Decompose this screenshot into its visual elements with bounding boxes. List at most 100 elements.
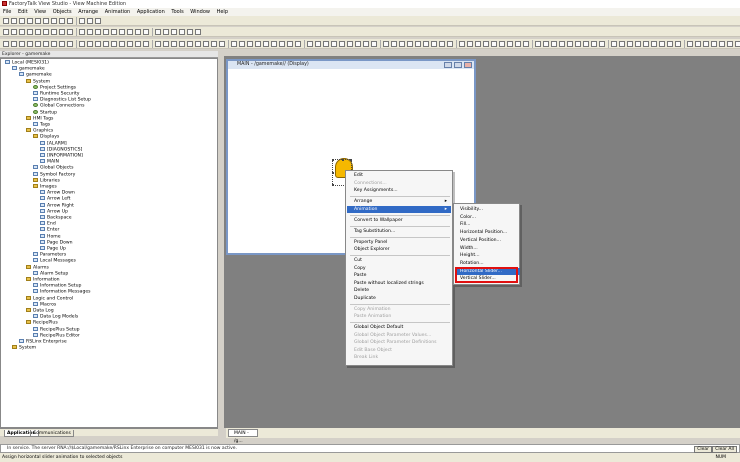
minimize-button[interactable] [444, 62, 452, 68]
toolbar-button-icon[interactable] [371, 41, 377, 47]
toolbar-button-icon[interactable] [559, 41, 565, 47]
tree-item[interactable]: Enter [40, 227, 59, 233]
menu-item-object-explorer[interactable]: Object Explorer [347, 246, 451, 254]
toolbar-button-icon[interactable] [111, 29, 117, 35]
tree-item[interactable]: HMI Tags [26, 115, 53, 122]
tree-item[interactable]: Parameters [33, 252, 66, 258]
toolbar-button-icon[interactable] [619, 41, 625, 47]
toolbar-button-icon[interactable] [163, 29, 169, 35]
toolbar-button-icon[interactable] [383, 41, 389, 47]
toolbar-button-icon[interactable] [59, 41, 65, 47]
toolbar-button-icon[interactable] [35, 41, 41, 47]
tree-item[interactable]: Page Up [40, 246, 66, 252]
toolbar-button-icon[interactable] [103, 41, 109, 47]
toolbar-button-icon[interactable] [119, 29, 125, 35]
toolbar-button-icon[interactable] [399, 41, 405, 47]
toolbar-button-icon[interactable] [575, 41, 581, 47]
toolbar-button-icon[interactable] [43, 18, 49, 24]
menu-animation[interactable]: Animation [105, 9, 131, 15]
toolbar-button-icon[interactable] [567, 41, 573, 47]
menu-file[interactable]: File [3, 9, 11, 15]
toolbar-button-icon[interactable] [727, 41, 733, 47]
toolbar-button-icon[interactable] [79, 29, 85, 35]
toolbar-button-icon[interactable] [331, 41, 337, 47]
tree-item[interactable]: Alarms [26, 264, 49, 271]
toolbar-button-icon[interactable] [279, 41, 285, 47]
tab-communications[interactable]: Communications [30, 430, 74, 437]
tree-item[interactable]: Global Connections [33, 103, 85, 109]
tree-item[interactable]: Alarm Setup [33, 270, 68, 277]
toolbar-button-icon[interactable] [323, 41, 329, 47]
menu-item-arrange[interactable]: Arrange ▸ [347, 198, 451, 206]
toolbar-button-icon[interactable] [599, 41, 605, 47]
menu-view[interactable]: View [34, 9, 46, 15]
toolbar-button-icon[interactable] [363, 41, 369, 47]
tree-item[interactable]: Logic and Control [26, 295, 73, 302]
toolbar-button-icon[interactable] [27, 41, 33, 47]
toolbar-button-icon[interactable] [67, 29, 73, 35]
toolbar-button-icon[interactable] [127, 41, 133, 47]
selection-handle[interactable] [332, 184, 334, 186]
tree-item[interactable]: System [26, 78, 50, 85]
tree-item[interactable]: Libraries [33, 177, 60, 184]
toolbar-button-icon[interactable] [439, 41, 445, 47]
toolbar-button-icon[interactable] [491, 41, 497, 47]
menu-item-fill[interactable]: Fill... [455, 221, 520, 229]
toolbar-button-icon[interactable] [255, 41, 261, 47]
tree-item[interactable]: Startup [33, 109, 57, 116]
tree-item[interactable]: gamemake [19, 72, 52, 78]
menu-tools[interactable]: Tools [171, 9, 183, 15]
toolbar-button-icon[interactable] [415, 41, 421, 47]
toolbar-button-icon[interactable] [219, 41, 225, 47]
toolbar-button-icon[interactable] [407, 41, 413, 47]
tree-item[interactable]: Data Log [26, 308, 54, 314]
display-window-title-bar[interactable]: MAIN - /gamemake// (Display) [228, 61, 474, 69]
tree-item[interactable]: Images [33, 184, 57, 190]
maximize-button[interactable] [454, 62, 462, 68]
menu-item-height[interactable]: Height... [455, 252, 520, 260]
menu-item-visibility[interactable]: Visibility... [455, 206, 520, 214]
toolbar-button-icon[interactable] [3, 29, 9, 35]
toolbar-button-icon[interactable] [507, 41, 513, 47]
toolbar-button-icon[interactable] [263, 41, 269, 47]
toolbar-button-icon[interactable] [583, 41, 589, 47]
tree-item[interactable]: MAIN [40, 159, 59, 165]
toolbar-button-icon[interactable] [67, 41, 73, 47]
toolbar-button-icon[interactable] [3, 18, 9, 24]
toolbar-button-icon[interactable] [155, 29, 161, 35]
selection-handle[interactable] [342, 159, 344, 161]
menu-item-vertical-position[interactable]: Vertical Position... [455, 237, 520, 245]
toolbar-button-icon[interactable] [11, 29, 17, 35]
menu-application[interactable]: Application [137, 9, 165, 15]
menu-item-width[interactable]: Width... [455, 245, 520, 253]
menu-item-key-assignments[interactable]: Key Assignments... [347, 187, 451, 195]
menu-window[interactable]: Window [190, 9, 210, 15]
toolbar-button-icon[interactable] [643, 41, 649, 47]
tree-item[interactable]: RSLinx Enterprise [19, 339, 67, 345]
toolbar-button-icon[interactable] [35, 18, 41, 24]
toolbar-button-icon[interactable] [179, 41, 185, 47]
toolbar-button-icon[interactable] [11, 18, 17, 24]
toolbar-button-icon[interactable] [87, 18, 93, 24]
toolbar-button-icon[interactable] [687, 41, 693, 47]
tree-item[interactable]: Backspace [40, 215, 72, 221]
toolbar-button-icon[interactable] [195, 41, 201, 47]
toolbar-button-icon[interactable] [79, 41, 85, 47]
tree-item[interactable]: Local Messages [33, 258, 76, 264]
toolbar-button-icon[interactable] [735, 41, 740, 47]
toolbar-button-icon[interactable] [143, 41, 149, 47]
toolbar-button-icon[interactable] [551, 41, 557, 47]
toolbar-button-icon[interactable] [719, 41, 725, 47]
tree-item[interactable]: End [40, 221, 56, 227]
tree-item[interactable]: Page Down [40, 239, 73, 246]
toolbar-button-icon[interactable] [3, 41, 9, 47]
toolbar-button-icon[interactable] [135, 29, 141, 35]
tree-item[interactable]: Global Objects [33, 165, 73, 171]
toolbar-button-icon[interactable] [19, 29, 25, 35]
toolbar-button-icon[interactable] [347, 41, 353, 47]
tree-item[interactable]: Information Messages [33, 289, 91, 295]
toolbar-button-icon[interactable] [187, 29, 193, 35]
toolbar-button-icon[interactable] [203, 41, 209, 47]
toolbar-button-icon[interactable] [95, 18, 101, 24]
toolbar-button-icon[interactable] [467, 41, 473, 47]
